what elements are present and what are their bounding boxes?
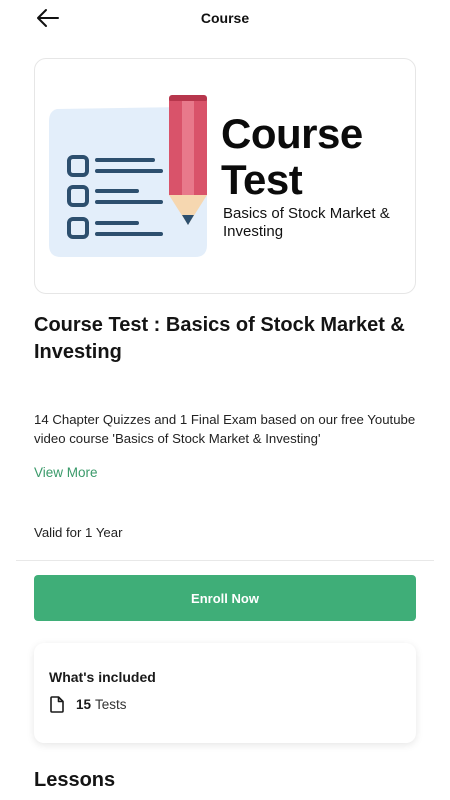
view-more-link[interactable]: View More	[34, 465, 98, 480]
thumbnail-heading: Course Test	[221, 111, 363, 203]
enroll-now-button[interactable]: Enroll Now	[34, 575, 416, 621]
tests-count: 15	[76, 697, 92, 712]
thumbnail-heading-line1: Course	[221, 110, 363, 157]
included-item-tests: 15 Tests	[50, 696, 127, 713]
top-bar: Course	[0, 0, 450, 38]
validity-text: Valid for 1 Year	[34, 525, 123, 540]
lessons-heading: Lessons	[34, 769, 116, 791]
course-title: Course Test : Basics of Stock Market & I…	[34, 314, 405, 363]
whats-included-title: What's included	[49, 669, 156, 685]
thumbnail-heading-line2: Test	[221, 156, 303, 203]
course-description: 14 Chapter Quizzes and 1 Final Exam base…	[34, 412, 416, 446]
tests-label: Tests	[95, 697, 127, 712]
page-title: Course	[200, 10, 250, 26]
thumbnail-subtitle: Basics of Stock Market & Investing	[223, 205, 390, 240]
course-thumbnail: Course Test Basics of Stock Market & Inv…	[34, 58, 416, 294]
whats-included-card: What's included 15 Tests	[34, 643, 416, 743]
document-icon	[50, 696, 64, 713]
divider	[16, 560, 434, 561]
